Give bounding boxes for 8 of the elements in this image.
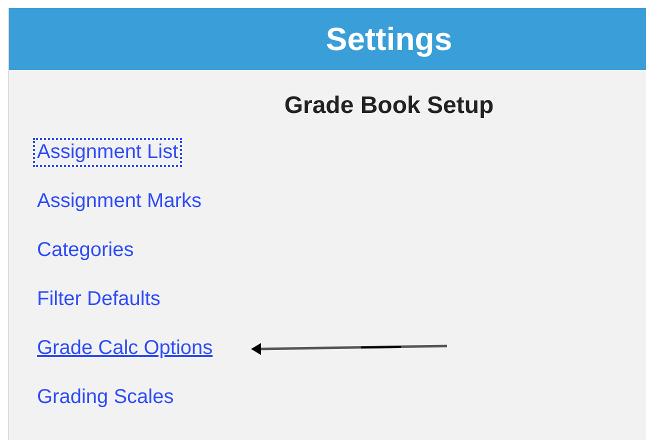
- settings-link[interactable]: Grading Scales: [33, 383, 178, 412]
- settings-link[interactable]: Assignment Marks: [33, 187, 206, 216]
- settings-link[interactable]: Grade Calc Options: [33, 334, 217, 363]
- settings-link[interactable]: Filter Defaults: [33, 285, 164, 314]
- settings-link[interactable]: Categories: [33, 236, 138, 265]
- settings-link[interactable]: Assignment List: [33, 138, 182, 167]
- section-title: Grade Book Setup: [283, 91, 495, 121]
- panel-title: Settings: [326, 20, 452, 58]
